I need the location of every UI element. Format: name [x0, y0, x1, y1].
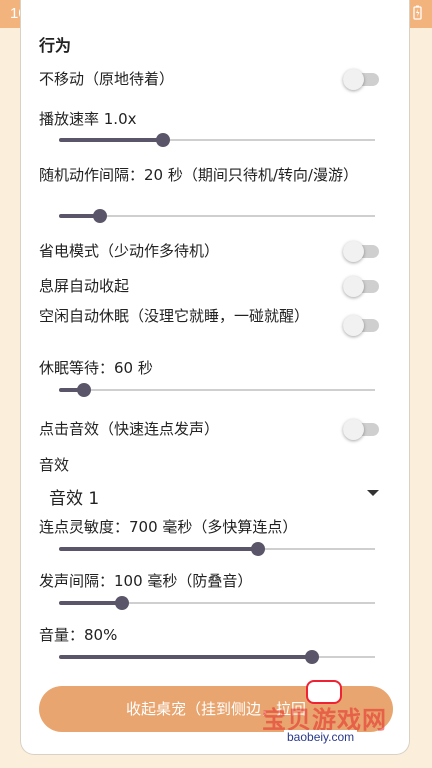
power-saving-label: 省电模式（少动作多待机） [39, 242, 220, 260]
tap-sensitivity-label: 连点灵敏度：700 毫秒（多快算连点） [39, 518, 298, 536]
speed-label: 播放速率 1.0x [39, 110, 137, 128]
battery-icon [413, 5, 422, 20]
settings-card: 行为 不移动（原地待着） 播放速率 1.0x 随机动作间隔：20 秒（期间只待机… [20, 0, 410, 755]
no-move-toggle[interactable] [343, 69, 379, 90]
screen-off-label: 息屏自动收起 [39, 277, 130, 295]
collapse-pet-button[interactable]: 收起桌宠（挂到侧边，拉回 [39, 686, 393, 732]
sleep-wait-label: 休眠等待：60 秒 [39, 359, 153, 377]
section-title: 行为 [39, 36, 72, 55]
dropdown-arrow-icon [367, 490, 379, 496]
no-move-label: 不移动（原地待着） [39, 70, 175, 88]
speed-slider[interactable] [59, 130, 375, 150]
random-interval-slider[interactable] [59, 206, 375, 226]
sound-effect-dropdown[interactable]: 音效 1 [49, 482, 379, 510]
idle-sleep-toggle[interactable] [343, 315, 379, 336]
click-sound-label: 点击音效（快速连点发声） [39, 420, 220, 438]
screen-off-toggle[interactable] [343, 276, 379, 297]
power-saving-toggle[interactable] [343, 241, 379, 262]
click-sound-toggle[interactable] [343, 419, 379, 440]
sound-effect-value: 音效 1 [49, 489, 100, 509]
sound-effect-label: 音效 [39, 456, 70, 474]
volume-label: 音量：80% [39, 626, 118, 644]
sound-interval-slider[interactable] [59, 593, 375, 613]
sleep-wait-slider[interactable] [59, 380, 375, 400]
tap-sensitivity-slider[interactable] [59, 539, 375, 559]
random-interval-label: 随机动作间隔：20 秒（期间只待机/转向/漫游） [39, 166, 358, 184]
idle-sleep-label: 空闲自动休眠（没理它就睡，一碰就醒） [39, 307, 310, 325]
volume-slider[interactable] [59, 647, 375, 667]
sound-interval-label: 发声间隔：100 毫秒（防叠音） [39, 572, 253, 590]
